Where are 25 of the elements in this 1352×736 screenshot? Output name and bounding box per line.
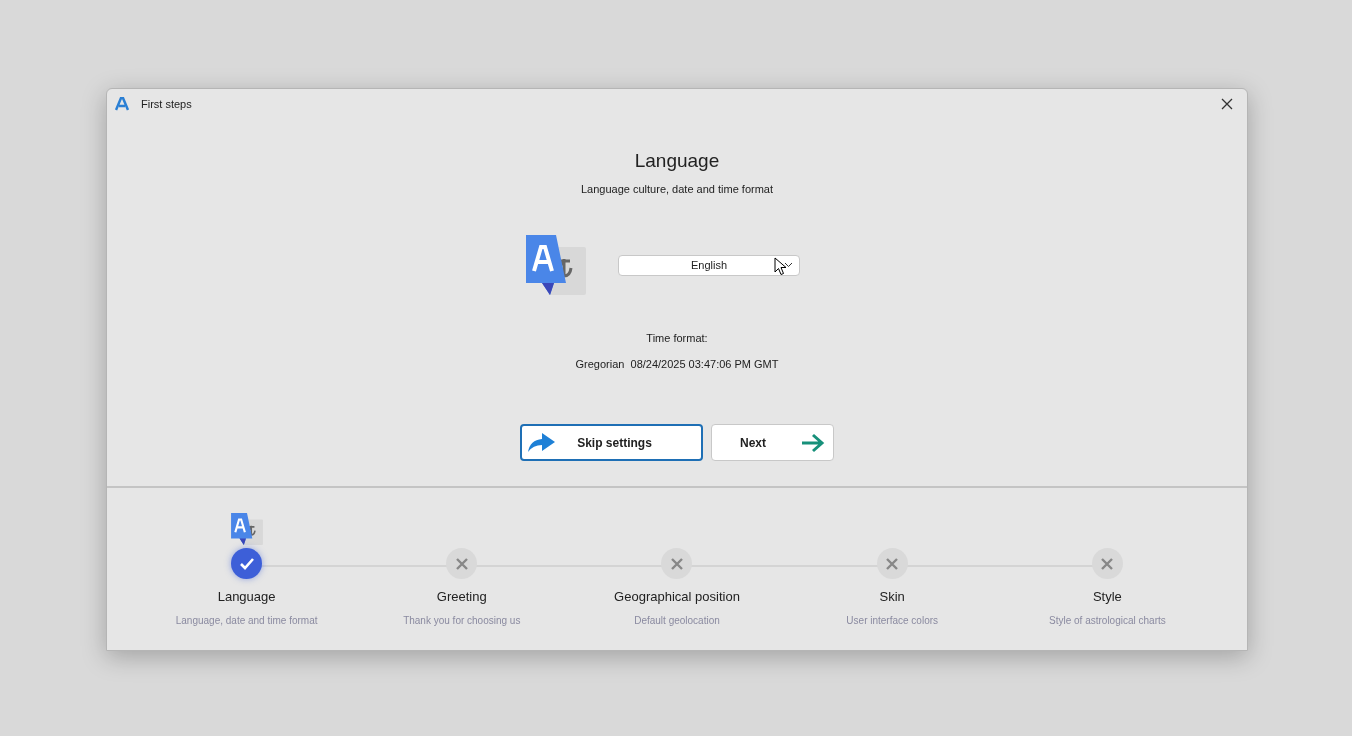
curved-arrow-icon [526, 431, 556, 454]
arrow-right-icon [801, 432, 825, 453]
step-title: Skin [879, 588, 905, 606]
step-subtitle: Style of astrological charts [1049, 613, 1166, 628]
step-title: Style [1092, 588, 1122, 606]
step-title: Language [217, 588, 276, 606]
time-format-value: Gregorian 08/24/2025 03:47:06 PM GMT [575, 356, 779, 372]
step-title: Geographical position [614, 588, 740, 606]
window-title: First steps [141, 96, 192, 112]
app-logo-icon [115, 97, 129, 111]
next-button[interactable]: Next [711, 424, 834, 461]
page-title: Language [634, 149, 720, 173]
translate-icon [524, 233, 588, 297]
close-icon [1221, 98, 1233, 110]
page-subtitle: Language culture, date and time format [581, 181, 773, 197]
skip-settings-button[interactable]: Skip settings [520, 424, 703, 461]
translate-icon [229, 512, 264, 546]
step-title: Greeting [436, 588, 487, 606]
step-subtitle: Language, date and time format [175, 613, 318, 628]
step-subtitle: Thank you for choosing us [403, 613, 521, 628]
language-dropdown[interactable]: English [618, 254, 800, 276]
mouse-cursor-icon [774, 256, 787, 276]
time-format-label: Time format: [646, 331, 708, 346]
step-subtitle: Default geolocation [634, 613, 720, 628]
step-subtitle: User interface colors [846, 613, 939, 628]
